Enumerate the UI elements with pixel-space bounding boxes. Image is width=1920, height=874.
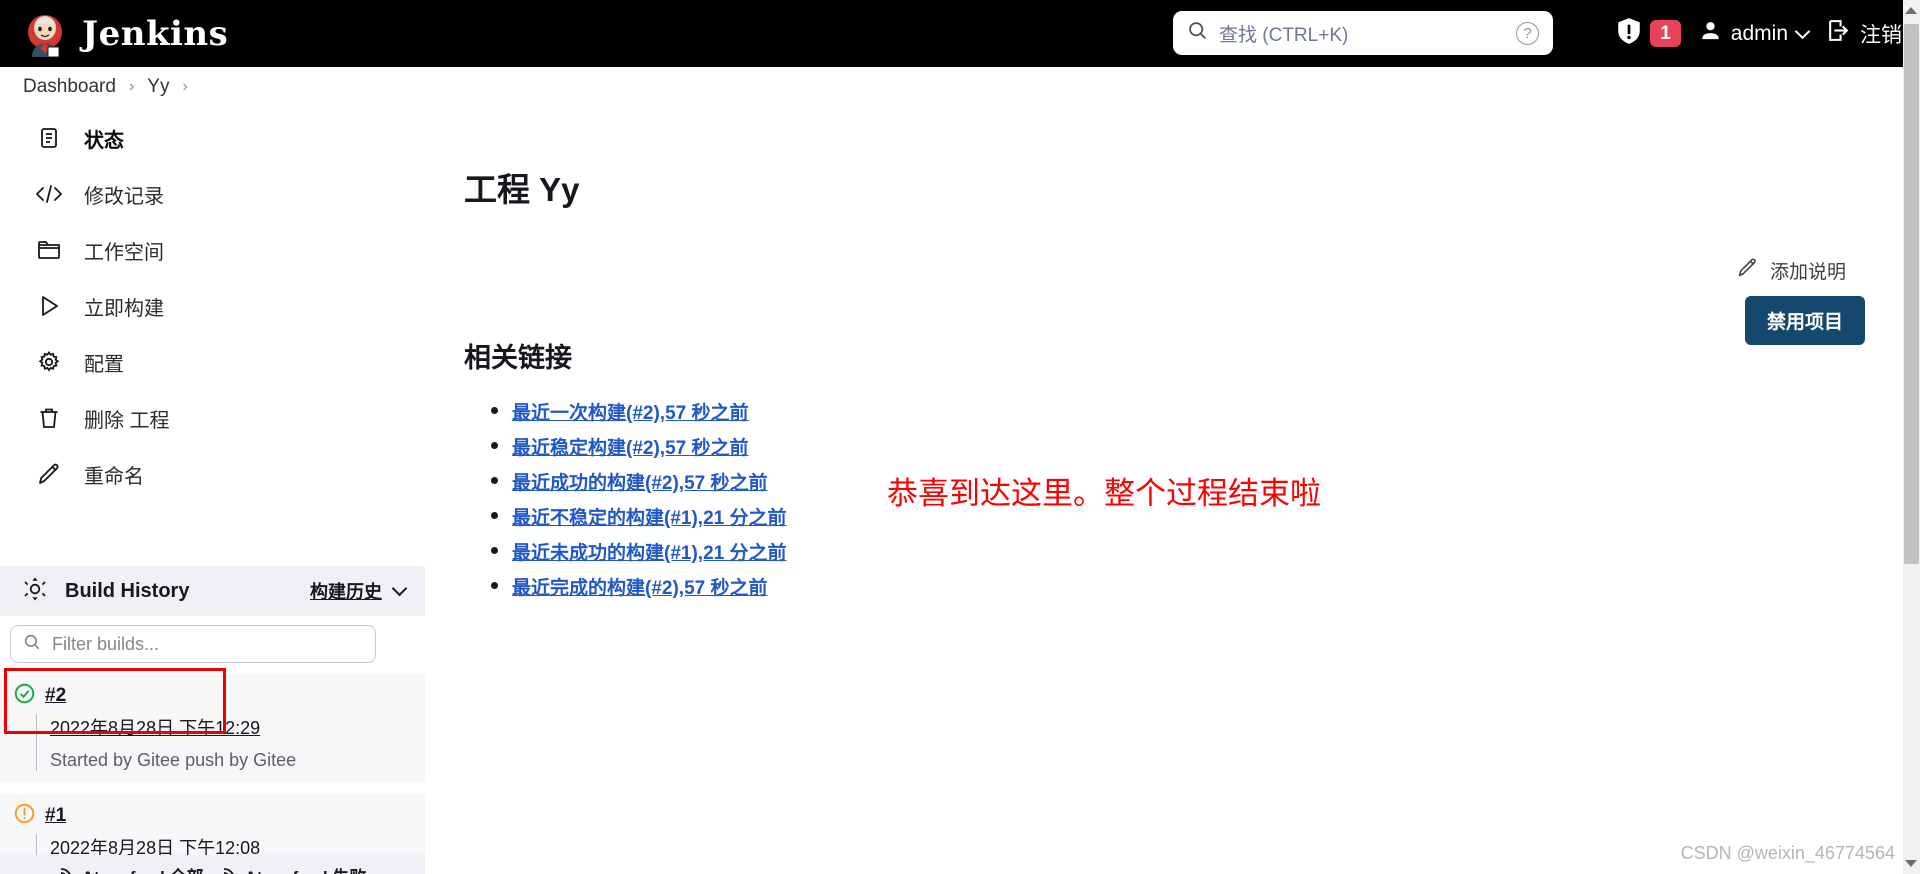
build-history-footer: Atom feed 全部 Atom feed 失败 — [0, 855, 425, 874]
build-filter-wrap: Filter builds... — [10, 625, 376, 663]
trash-icon — [36, 405, 62, 431]
sidebar-item-rename[interactable]: 重命名 — [0, 446, 425, 502]
atom-feed-all-link[interactable]: Atom feed 全部 — [59, 863, 204, 874]
logout-icon — [1826, 18, 1851, 49]
related-links-title: 相关链接 — [464, 343, 572, 373]
build-list-item[interactable]: #2 2022年8月28日 下午12:29 Started by Gitee p… — [0, 674, 425, 782]
breadcrumb-separator-2: › — [182, 77, 188, 95]
atom-feed-failed-label: Atom feed 失败 — [245, 863, 367, 874]
add-description-label: 添加说明 — [1769, 262, 1846, 283]
chevron-down-icon — [1794, 23, 1811, 39]
header-right-controls: 1 admin 注销 — [1616, 0, 1902, 67]
sidebar-item-workspace[interactable]: 工作空间 — [0, 222, 425, 278]
security-warning-count-badge: 1 — [1650, 20, 1681, 47]
page-scrollbar[interactable] — [1903, 0, 1920, 874]
page-title: 工程 Yy — [464, 171, 580, 208]
person-icon — [1699, 19, 1722, 48]
document-status-icon — [36, 125, 62, 151]
atom-feed-all-label: Atom feed 全部 — [82, 863, 204, 874]
sidebar-item-label: 删除 工程 — [84, 409, 170, 432]
sidebar-item-delete-project[interactable]: 删除 工程 — [0, 390, 425, 446]
build-cause: Started by Gitee push by Gitee — [50, 750, 297, 770]
list-item: 最近稳定构建(#2),57 秒之前 — [487, 433, 1920, 460]
build-history-link[interactable]: 构建历史 — [310, 578, 382, 604]
jenkins-home-link[interactable]: Jenkins — [22, 11, 228, 57]
jenkins-project-page: Jenkins 查找 (CTRL+K) ? 1 admin 注销 Dashboa… — [0, 0, 1920, 874]
sidebar-item-configure[interactable]: 配置 — [0, 334, 425, 390]
pencil-icon — [36, 461, 62, 487]
code-brackets-icon — [36, 181, 62, 207]
permalink-last-unsuccessful-build[interactable]: 最近未成功的构建(#1),21 分之前 — [512, 543, 786, 564]
search-icon — [1187, 20, 1208, 46]
search-input[interactable]: 查找 (CTRL+K) — [1219, 20, 1516, 47]
build-history-title: Build History — [65, 579, 190, 602]
pencil-icon — [1737, 257, 1758, 284]
question-mark-icon[interactable]: ? — [1516, 21, 1539, 45]
scrollbar-thumb[interactable] — [1904, 24, 1919, 564]
chevron-down-icon[interactable] — [391, 580, 408, 597]
folder-icon — [36, 237, 62, 263]
breadcrumb: Dashboard › Yy › — [0, 67, 1920, 106]
sidebar-item-label: 工作空间 — [84, 241, 164, 264]
list-item: 最近一次构建(#2),57 秒之前 — [487, 398, 1920, 425]
main-content: 工程 Yy 添加说明 禁用项目 相关链接 最近一次构建(#2),57 秒之前 最… — [425, 110, 1920, 608]
permalink-last-successful-build[interactable]: 最近成功的构建(#2),57 秒之前 — [512, 473, 767, 494]
permalink-last-build[interactable]: 最近一次构建(#2),57 秒之前 — [512, 403, 748, 424]
jenkins-butler-logo — [22, 11, 68, 57]
app-header: Jenkins 查找 (CTRL+K) ? 1 admin 注销 — [0, 0, 1920, 67]
watermark: CSDN @weixin_46774564 — [1680, 843, 1895, 863]
build-number[interactable]: #2 — [45, 685, 66, 707]
sidebar-item-status[interactable]: 状态 — [0, 110, 425, 166]
brand-name: Jenkins — [82, 13, 229, 54]
sidebar-item-label: 立即构建 — [84, 297, 164, 320]
filter-builds-input[interactable]: Filter builds... — [10, 625, 376, 663]
permalink-last-completed-build[interactable]: 最近完成的构建(#2),57 秒之前 — [512, 578, 767, 599]
list-item: 最近完成的构建(#2),57 秒之前 — [487, 573, 1920, 600]
build-history-header: Build History 构建历史 — [0, 566, 425, 616]
shield-exclamation-icon — [1616, 17, 1642, 50]
logout-label: 注销 — [1860, 23, 1902, 47]
sidebar-item-label: 状态 — [84, 129, 124, 152]
play-triangle-icon — [36, 293, 62, 319]
rss-icon — [222, 865, 238, 874]
build-number[interactable]: #1 — [45, 805, 66, 827]
search-icon — [23, 633, 41, 656]
logout-button[interactable]: 注销 — [1826, 18, 1902, 49]
breadcrumb-item-dashboard[interactable]: Dashboard — [23, 76, 116, 98]
build-history-list: #2 2022年8月28日 下午12:29 Started by Gitee p… — [0, 674, 425, 871]
unstable-warning-icon — [14, 803, 35, 829]
atom-feed-failed-link[interactable]: Atom feed 失败 — [222, 863, 367, 874]
list-item: 最近未成功的构建(#1),21 分之前 — [487, 538, 1920, 565]
scroll-down-arrow-icon[interactable] — [1905, 860, 1917, 867]
sidebar-item-label: 配置 — [84, 353, 124, 376]
disable-project-button[interactable]: 禁用项目 — [1744, 296, 1865, 345]
add-description-link[interactable]: 添加说明 — [1737, 257, 1846, 284]
permalink-last-unstable-build[interactable]: 最近不稳定的构建(#1),21 分之前 — [512, 508, 786, 529]
sidebar-item-changes[interactable]: 修改记录 — [0, 166, 425, 222]
build-details: 2022年8月28日 下午12:29 Started by Gitee push… — [36, 714, 425, 771]
user-name: admin — [1730, 21, 1788, 45]
build-list-divider — [0, 782, 425, 794]
search-box[interactable]: 查找 (CTRL+K) ? — [1173, 11, 1553, 55]
breadcrumb-separator: › — [128, 77, 135, 95]
sidebar-item-label: 重命名 — [84, 465, 144, 488]
filter-builds-placeholder: Filter builds... — [52, 633, 160, 654]
breadcrumb-item-yy[interactable]: Yy — [147, 76, 169, 98]
security-warning-button[interactable]: 1 — [1616, 17, 1681, 50]
sidebar-item-build-now[interactable]: 立即构建 — [0, 278, 425, 334]
sidebar-item-label: 修改记录 — [84, 185, 164, 208]
user-menu-button[interactable]: admin — [1699, 19, 1811, 48]
success-check-icon — [14, 683, 35, 709]
rss-icon — [59, 865, 75, 874]
gear-icon — [36, 349, 62, 375]
scroll-up-arrow-icon[interactable] — [1905, 7, 1917, 14]
sidebar: 状态 修改记录 工作空间 立即构建 配置 删除 工程 重命名 — [0, 110, 425, 502]
permalink-last-stable-build[interactable]: 最近稳定构建(#2),57 秒之前 — [512, 438, 748, 459]
build-history-icon — [22, 576, 48, 607]
annotation-text: 恭喜到达这里。整个过程结束啦 — [887, 476, 1321, 511]
build-date[interactable]: 2022年8月28日 下午12:29 — [50, 714, 425, 740]
